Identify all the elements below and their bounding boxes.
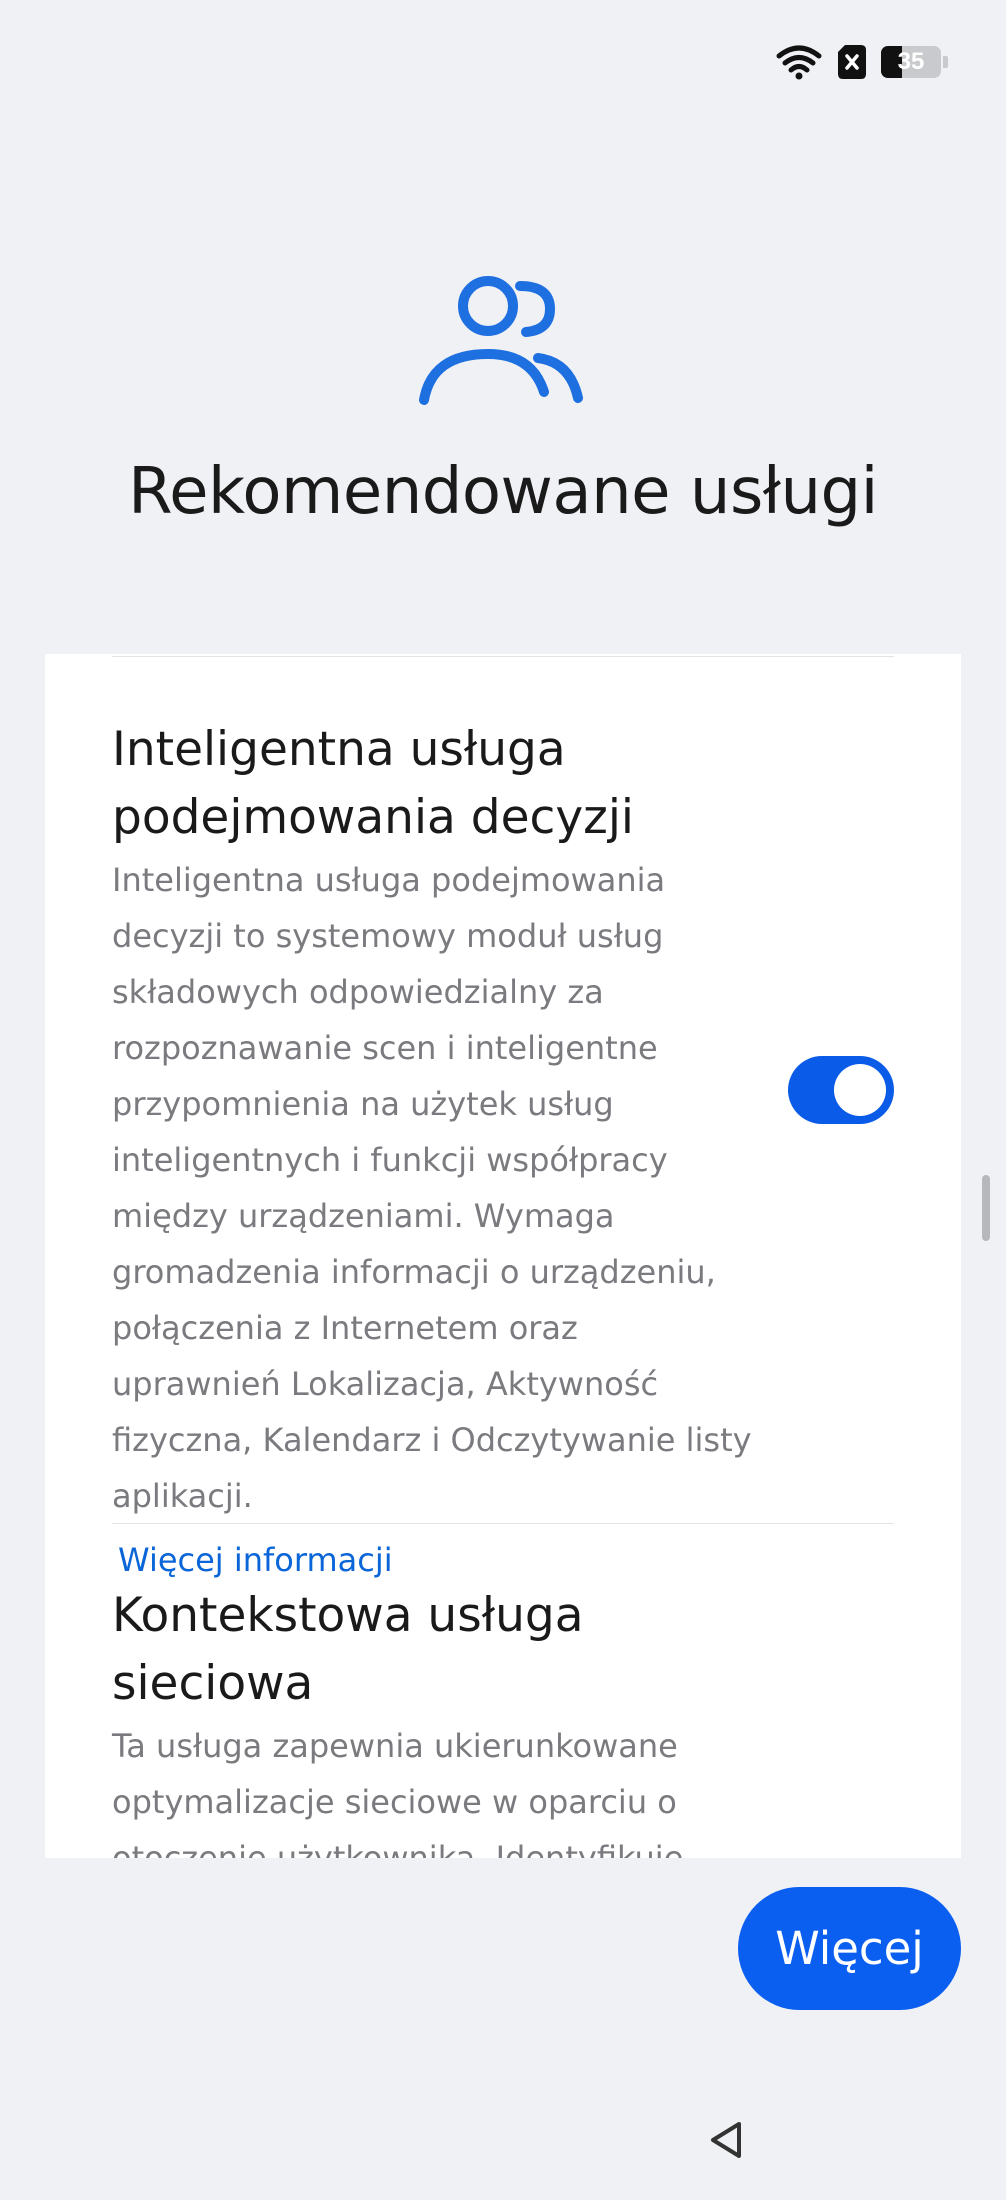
sim-error-icon: [837, 44, 867, 80]
services-card[interactable]: Inteligentna usługa podejmowania decyzji…: [45, 654, 961, 1858]
more-button[interactable]: Więcej: [738, 1887, 961, 2010]
back-triangle-icon[interactable]: [705, 2118, 749, 2162]
page-title: Rekomendowane usługi: [128, 455, 878, 529]
more-info-link[interactable]: Więcej informacji: [118, 1532, 393, 1588]
wifi-icon: [775, 44, 823, 80]
divider: [112, 656, 894, 657]
status-bar: 35: [775, 38, 948, 86]
service-description: Inteligentna usługa podejmowania decyzji…: [112, 861, 752, 1515]
divider: [112, 1523, 894, 1524]
decision-service-toggle[interactable]: [788, 1056, 894, 1124]
service-title: Inteligentna usługa podejmowania decyzji: [112, 722, 634, 845]
service-title: Kontekstowa usługa sieciowa: [112, 1588, 584, 1711]
battery-level: 35: [897, 48, 925, 75]
service-item-decision: Inteligentna usługa podejmowania decyzji…: [112, 716, 894, 1588]
people-icon: [418, 272, 588, 412]
toggle-knob: [834, 1064, 886, 1116]
battery-icon: 35: [881, 46, 948, 78]
scrollbar[interactable]: [982, 1175, 990, 1241]
service-item-network: Kontekstowa usługa sieciowa Ta usługa za…: [112, 1582, 894, 1858]
service-description: Ta usługa zapewnia ukierunkowane optymal…: [112, 1727, 684, 1858]
